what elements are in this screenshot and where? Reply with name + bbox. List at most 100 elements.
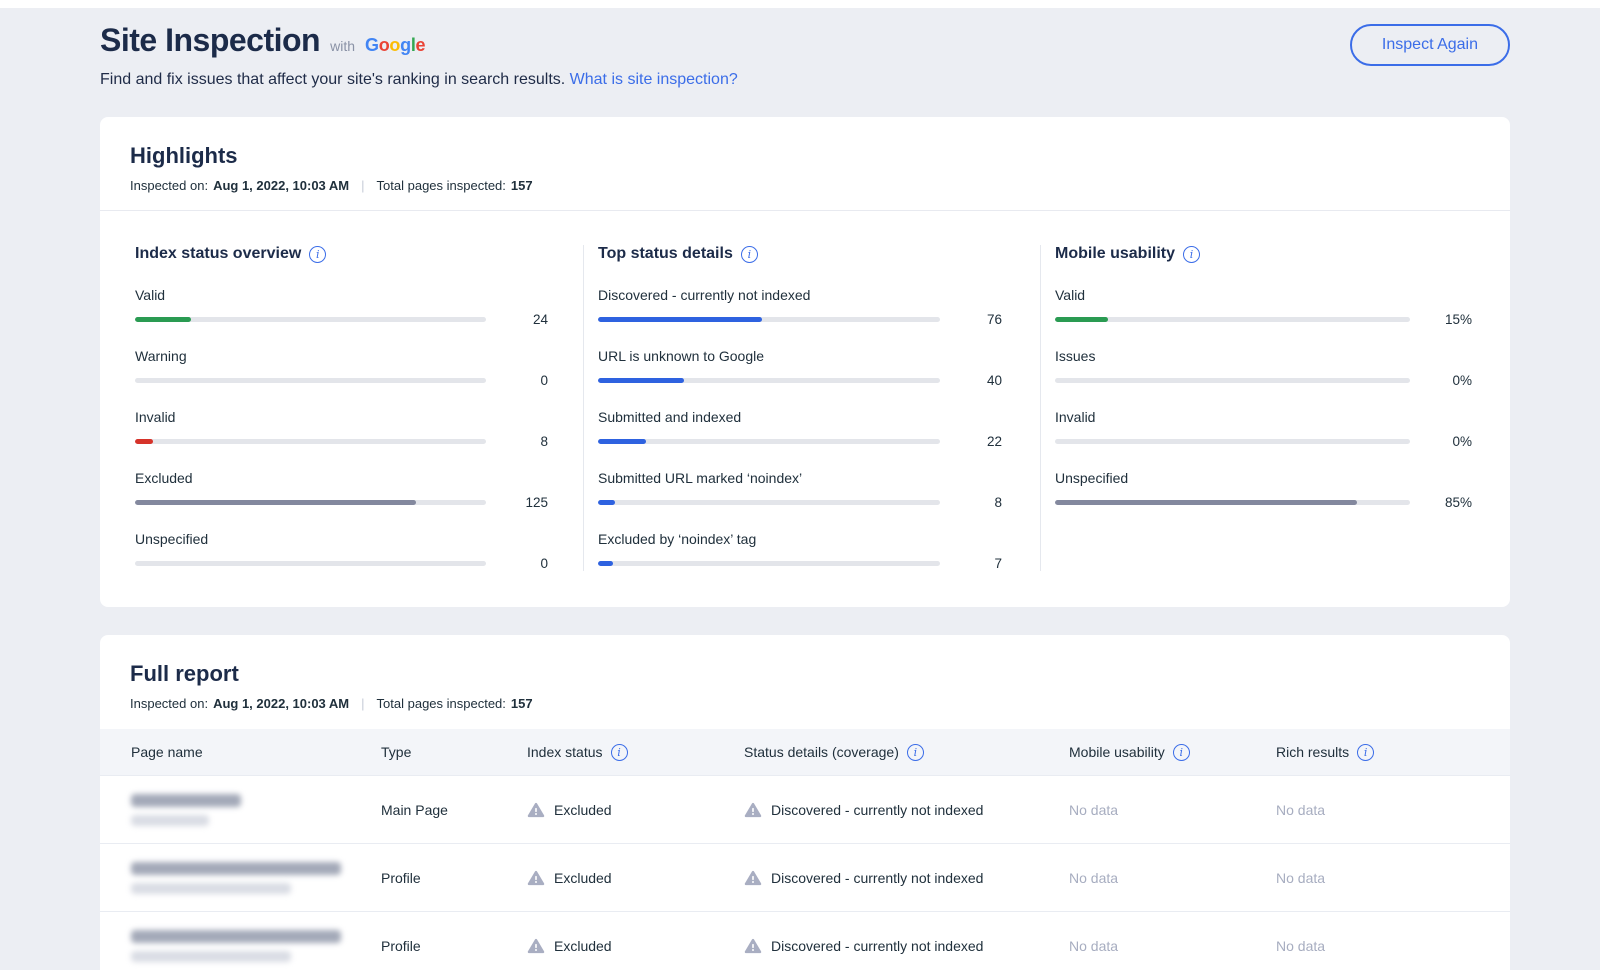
- stat-bar-fill: [598, 561, 613, 566]
- redacted-page-name: [131, 862, 341, 894]
- highlights-columns: Index status overview i Valid 24 Warning…: [100, 211, 1510, 607]
- info-icon[interactable]: i: [1173, 744, 1190, 761]
- stat-bar-track: [1055, 500, 1410, 505]
- page-name-cell: [100, 794, 381, 826]
- mobile-usability-cell: No data: [1069, 870, 1276, 886]
- warning-icon: [744, 801, 762, 819]
- stat-bar-fill: [135, 317, 191, 322]
- stat-item: URL is unknown to Google 40: [598, 348, 1002, 388]
- page-title: Site Inspection: [100, 22, 320, 59]
- info-icon[interactable]: i: [1357, 744, 1374, 761]
- column-header-label: Rich results: [1276, 744, 1349, 760]
- column-header-label: Index status: [527, 744, 603, 760]
- stat-label: Invalid: [135, 409, 548, 425]
- stat-item: Valid 15%: [1055, 287, 1472, 327]
- stat-item: Submitted and indexed 22: [598, 409, 1002, 449]
- warning-icon: [744, 869, 762, 887]
- warning-icon: [527, 937, 545, 955]
- stat-bar-track: [598, 500, 940, 505]
- stat-value: 15%: [1426, 312, 1472, 327]
- type-cell: Profile: [381, 938, 527, 954]
- report-table: Page nameType Index status i Status details…: [100, 729, 1510, 970]
- highlights-meta: Inspected on: Aug 1, 2022, 10:03 AM | To…: [130, 178, 1480, 193]
- stat-value: 24: [502, 312, 548, 327]
- index-status-cell: Excluded: [527, 869, 744, 887]
- stat-item: Excluded by ‘noindex’ tag 7: [598, 531, 1002, 571]
- meta-separator: |: [361, 696, 364, 711]
- google-logo-letter: o: [389, 35, 400, 55]
- stat-label: Excluded: [135, 470, 548, 486]
- stat-bar-fill: [1055, 500, 1357, 505]
- page-subtitle: Find and fix issues that affect your sit…: [100, 71, 1510, 89]
- stat-bar-track: [135, 561, 486, 566]
- rich-results-cell: No data: [1276, 870, 1510, 886]
- info-icon[interactable]: i: [741, 246, 758, 263]
- info-icon[interactable]: i: [611, 744, 628, 761]
- stat-value: 0: [502, 556, 548, 571]
- stat-value: 0%: [1426, 373, 1472, 388]
- stat-bar-track: [598, 317, 940, 322]
- table-row[interactable]: Profile Excluded Discovered - currently …: [100, 843, 1510, 911]
- stat-bar-track: [135, 500, 486, 505]
- section-title: Top status details: [598, 245, 733, 263]
- page-name-cell: [100, 930, 381, 962]
- highlights-card: Highlights Inspected on: Aug 1, 2022, 10…: [100, 117, 1510, 607]
- stat-item: Excluded 125: [135, 470, 548, 510]
- stat-value: 125: [502, 495, 548, 510]
- stat-bar-track: [1055, 378, 1410, 383]
- section-title: Mobile usability: [1055, 245, 1175, 263]
- info-icon[interactable]: i: [1183, 246, 1200, 263]
- column-header-page-name: Page name: [100, 744, 381, 760]
- stat-item: Invalid 0%: [1055, 409, 1472, 449]
- rich-results-cell: No data: [1276, 802, 1510, 818]
- stat-label: Valid: [135, 287, 548, 303]
- inspected-on-label: Inspected on:: [130, 178, 208, 193]
- stat-value: 8: [956, 495, 1002, 510]
- stat-label: Submitted URL marked ‘noindex’: [598, 470, 1002, 486]
- page-name-cell: [100, 862, 381, 894]
- with-label: with: [330, 38, 355, 54]
- stat-value: 85%: [1426, 495, 1472, 510]
- status-details-cell: Discovered - currently not indexed: [744, 869, 1069, 887]
- stat-label: URL is unknown to Google: [598, 348, 1002, 364]
- stat-bar-track: [135, 439, 486, 444]
- stat-label: Excluded by ‘noindex’ tag: [598, 531, 1002, 547]
- stat-label: Unspecified: [1055, 470, 1472, 486]
- column-header-index-status: Index status i: [527, 744, 744, 761]
- info-icon[interactable]: i: [907, 744, 924, 761]
- total-pages-value: 157: [511, 696, 533, 711]
- stat-bar-fill: [1055, 317, 1108, 322]
- stat-bar-fill: [598, 439, 646, 444]
- inspect-again-button[interactable]: Inspect Again: [1350, 24, 1510, 66]
- stat-item: Invalid 8: [135, 409, 548, 449]
- inspected-on-value: Aug 1, 2022, 10:03 AM: [213, 696, 349, 711]
- stat-label: Warning: [135, 348, 548, 364]
- warning-icon: [527, 869, 545, 887]
- inspected-on-value: Aug 1, 2022, 10:03 AM: [213, 178, 349, 193]
- table-row[interactable]: Main Page Excluded Discovered - currentl…: [100, 775, 1510, 843]
- full-report-card: Full report Inspected on: Aug 1, 2022, 1…: [100, 635, 1510, 970]
- google-logo-letter: g: [400, 35, 411, 55]
- stat-label: Discovered - currently not indexed: [598, 287, 1002, 303]
- column-header-label: Status details (coverage): [744, 744, 899, 760]
- column-header-mobile-usability: Mobile usabilityi: [1069, 744, 1276, 761]
- stat-item: Submitted URL marked ‘noindex’ 8: [598, 470, 1002, 510]
- info-icon[interactable]: i: [309, 246, 326, 263]
- type-cell: Profile: [381, 870, 527, 886]
- stat-value: 8: [502, 434, 548, 449]
- stat-bar-track: [598, 378, 940, 383]
- table-row[interactable]: Profile Excluded Discovered - currently …: [100, 911, 1510, 970]
- full-report-meta: Inspected on: Aug 1, 2022, 10:03 AM | To…: [130, 696, 1480, 711]
- stat-value: 0: [502, 373, 548, 388]
- stat-value: 40: [956, 373, 1002, 388]
- stat-item: Issues 0%: [1055, 348, 1472, 388]
- inspected-on-label: Inspected on:: [130, 696, 208, 711]
- column-header-label: Type: [381, 744, 411, 760]
- table-header-row: Page nameType Index status i Status details…: [100, 729, 1510, 775]
- redacted-page-name: [131, 930, 341, 962]
- total-pages-label: Total pages inspected:: [377, 178, 506, 193]
- warning-icon: [527, 801, 545, 819]
- total-pages-value: 157: [511, 178, 533, 193]
- stat-bar-fill: [598, 317, 762, 322]
- what-is-site-inspection-link[interactable]: What is site inspection?: [570, 71, 738, 88]
